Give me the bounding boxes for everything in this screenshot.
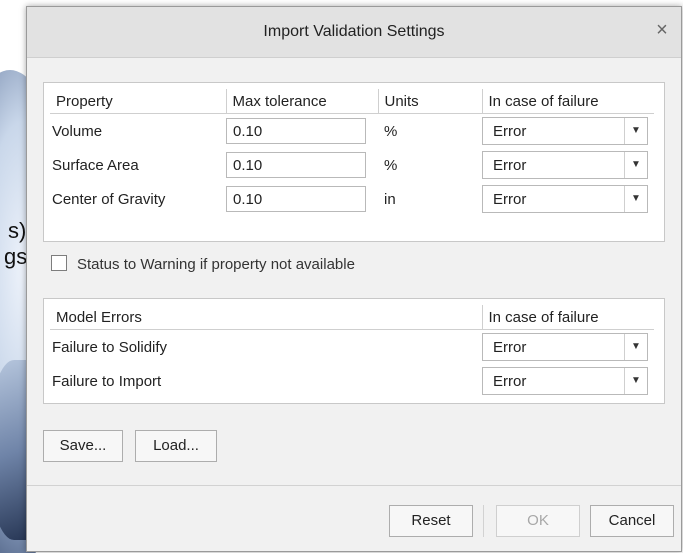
failure-select-volume[interactable]: Error ▼	[482, 117, 648, 145]
table-row: Failure to Import Error ▼	[50, 364, 654, 398]
dialog-title: Import Validation Settings	[263, 23, 445, 40]
failure-select-surface-area[interactable]: Error ▼	[482, 151, 648, 179]
cancel-button[interactable]: Cancel	[590, 505, 674, 537]
chevron-down-icon[interactable]: ▼	[624, 368, 647, 394]
reset-button[interactable]: Reset	[389, 505, 473, 537]
header-in-case-of-failure[interactable]: In case of failure	[482, 89, 654, 114]
failure-select-import[interactable]: Error ▼	[482, 367, 648, 395]
failure-select-center-of-gravity[interactable]: Error ▼	[482, 185, 648, 213]
units-label-center-of-gravity: in	[384, 190, 396, 208]
properties-table: Property Max tolerance Units In case of …	[50, 89, 654, 216]
footer-divider	[27, 485, 681, 486]
header-property[interactable]: Property	[50, 89, 227, 114]
close-icon[interactable]: ×	[651, 19, 673, 41]
property-label-surface-area: Surface Area	[52, 156, 139, 174]
status-warning-option[interactable]: Status to Warning if property not availa…	[51, 255, 355, 273]
background-text-line1: s)	[8, 218, 27, 243]
units-label-surface-area: %	[384, 156, 398, 174]
header-units[interactable]: Units	[378, 89, 483, 114]
table-row: Volume % Error ▼	[50, 114, 654, 149]
load-button[interactable]: Load...	[135, 430, 217, 462]
button-separator	[483, 505, 484, 537]
units-label-volume: %	[384, 122, 398, 140]
ok-button[interactable]: OK	[496, 505, 580, 537]
failure-select-value: Error	[493, 123, 527, 140]
failure-select-value: Error	[493, 157, 527, 174]
table-row: Failure to Solidify Error ▼	[50, 330, 654, 365]
background-text-line2: gs	[4, 244, 28, 269]
table-row: Surface Area % Error ▼	[50, 148, 654, 182]
property-label-center-of-gravity: Center of Gravity	[52, 190, 166, 208]
chevron-down-icon[interactable]: ▼	[624, 334, 647, 360]
chevron-down-icon[interactable]: ▼	[624, 118, 647, 144]
status-warning-label: Status to Warning if property not availa…	[77, 256, 355, 273]
import-validation-dialog: Import Validation Settings × Property Ma…	[26, 6, 682, 552]
save-button[interactable]: Save...	[43, 430, 123, 462]
tolerance-input-center-of-gravity[interactable]	[226, 186, 366, 212]
failure-select-value: Error	[493, 373, 527, 390]
failure-select-value: Error	[493, 191, 527, 208]
tolerance-input-volume[interactable]	[226, 118, 366, 144]
table-row: Center of Gravity in Error ▼	[50, 182, 654, 216]
model-errors-table: Model Errors In case of failure Failure …	[50, 305, 654, 398]
failure-select-solidify[interactable]: Error ▼	[482, 333, 648, 361]
chevron-down-icon[interactable]: ▼	[624, 152, 647, 178]
header-max-tolerance[interactable]: Max tolerance	[226, 89, 379, 114]
dialog-titlebar[interactable]: Import Validation Settings ×	[27, 7, 681, 58]
status-warning-checkbox[interactable]	[51, 255, 67, 271]
model-errors-panel: Model Errors In case of failure Failure …	[43, 298, 665, 404]
error-label-import: Failure to Import	[52, 372, 162, 390]
chevron-down-icon[interactable]: ▼	[624, 186, 647, 212]
properties-panel: Property Max tolerance Units In case of …	[43, 82, 665, 242]
property-label-volume: Volume	[52, 122, 103, 140]
error-label-solidify: Failure to Solidify	[52, 338, 168, 356]
failure-select-value: Error	[493, 339, 527, 356]
tolerance-input-surface-area[interactable]	[226, 152, 366, 178]
header-in-case-of-failure[interactable]: In case of failure	[482, 305, 654, 330]
header-model-errors[interactable]: Model Errors	[50, 305, 483, 330]
